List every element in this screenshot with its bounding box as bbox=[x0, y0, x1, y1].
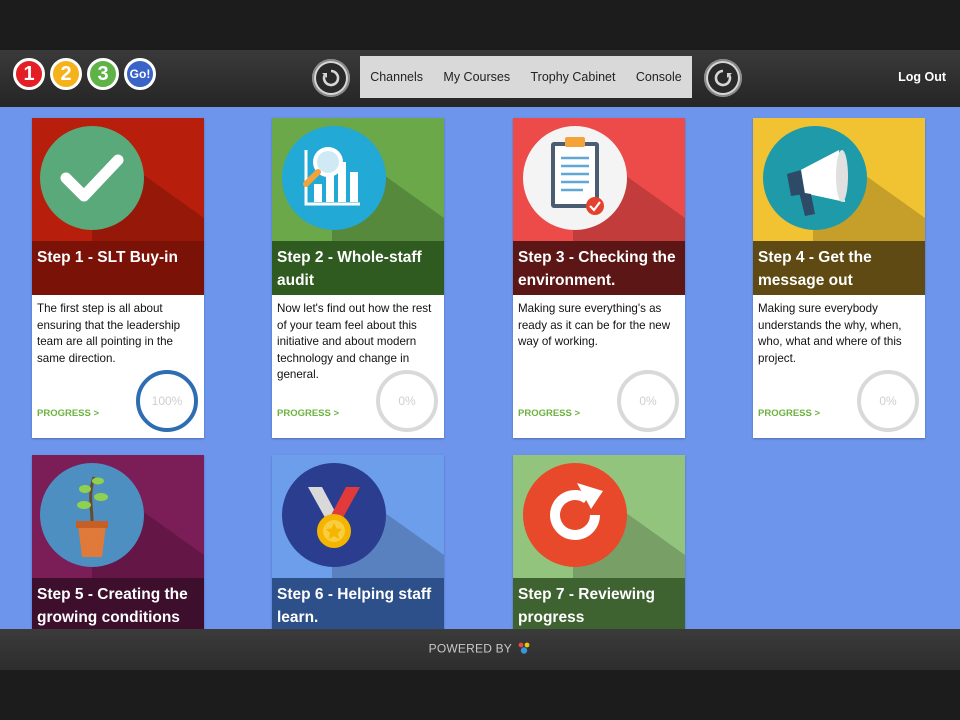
top-letterbox bbox=[0, 0, 960, 50]
logo-step-2[interactable]: 2 bbox=[50, 58, 82, 90]
step-title-7: Step 7 - Reviewing progress bbox=[513, 578, 685, 629]
menu-trophy-cabinet[interactable]: Trophy Cabinet bbox=[530, 70, 615, 84]
step-card-2[interactable]: Step 2 - Whole-staff audit Now let's fin… bbox=[272, 118, 444, 438]
progress-percent-4: 0% bbox=[879, 394, 897, 408]
rotate-left-icon bbox=[316, 63, 346, 93]
step-tile-4: Step 4 - Get the message out bbox=[753, 118, 925, 295]
menu-my-courses[interactable]: My Courses bbox=[443, 70, 510, 84]
step-title-1: Step 1 - SLT Buy-in bbox=[32, 241, 204, 295]
footer: POWERED BY bbox=[0, 629, 960, 670]
rotate-right-button[interactable] bbox=[704, 59, 742, 97]
menu-console[interactable]: Console bbox=[636, 70, 682, 84]
step-desc-3: Making sure everything's as ready as it … bbox=[518, 302, 671, 348]
progress-percent-3: 0% bbox=[639, 394, 657, 408]
progress-percent-1: 100% bbox=[151, 394, 183, 408]
step-title-5: Step 5 - Creating the growing conditions bbox=[32, 578, 204, 629]
step-tile-6: Step 6 - Helping staff learn. bbox=[272, 455, 444, 629]
course-grid: Step 1 - SLT Buy-in The first step is al… bbox=[0, 107, 960, 629]
step-tile-5: Step 5 - Creating the growing conditions bbox=[32, 455, 204, 629]
rotate-left-button[interactable] bbox=[312, 59, 350, 97]
step-tile-3: Step 3 - Checking the environment. bbox=[513, 118, 685, 295]
step-tile-1: Step 1 - SLT Buy-in bbox=[32, 118, 204, 295]
rotate-right-icon bbox=[708, 63, 738, 93]
step-card-3[interactable]: Step 3 - Checking the environment. Makin… bbox=[513, 118, 685, 438]
step-desc-4: Making sure everybody understands the wh… bbox=[758, 302, 902, 365]
step-tile-7: Step 7 - Reviewing progress bbox=[513, 455, 685, 629]
main-menu: Channels My Courses Trophy Cabinet Conso… bbox=[360, 56, 692, 98]
step-title-2: Step 2 - Whole-staff audit bbox=[272, 241, 444, 295]
progress-link-3[interactable]: PROGRESS > bbox=[518, 408, 580, 419]
menu-channels[interactable]: Channels bbox=[370, 70, 423, 84]
step-card-1[interactable]: Step 1 - SLT Buy-in The first step is al… bbox=[32, 118, 204, 438]
logo-step-3[interactable]: 3 bbox=[87, 58, 119, 90]
step-card-4[interactable]: Step 4 - Get the message out Making sure… bbox=[753, 118, 925, 438]
step-desc-1: The first step is all about ensuring tha… bbox=[37, 302, 181, 365]
step-title-4: Step 4 - Get the message out bbox=[753, 241, 925, 295]
progress-percent-2: 0% bbox=[398, 394, 416, 408]
progress-link-1[interactable]: PROGRESS > bbox=[37, 408, 99, 419]
step-card-5[interactable]: Step 5 - Creating the growing conditions bbox=[32, 455, 204, 629]
step-title-3: Step 3 - Checking the environment. bbox=[513, 241, 685, 295]
powered-by-text: POWERED BY bbox=[0, 641, 960, 658]
progress-link-4[interactable]: PROGRESS > bbox=[758, 408, 820, 419]
logo-go[interactable]: Go! bbox=[124, 58, 156, 90]
step-card-6[interactable]: Step 6 - Helping staff learn. bbox=[272, 455, 444, 629]
step-tile-2: Step 2 - Whole-staff audit bbox=[272, 118, 444, 295]
logo-step-1[interactable]: 1 bbox=[13, 58, 45, 90]
logout-link[interactable]: Log Out bbox=[898, 70, 946, 84]
bottom-letterbox bbox=[0, 670, 960, 720]
step-card-7[interactable]: Step 7 - Reviewing progress bbox=[513, 455, 685, 629]
step-title-6: Step 6 - Helping staff learn. bbox=[272, 578, 444, 629]
progress-link-2[interactable]: PROGRESS > bbox=[277, 408, 339, 419]
brand-logo-icon bbox=[517, 641, 531, 658]
